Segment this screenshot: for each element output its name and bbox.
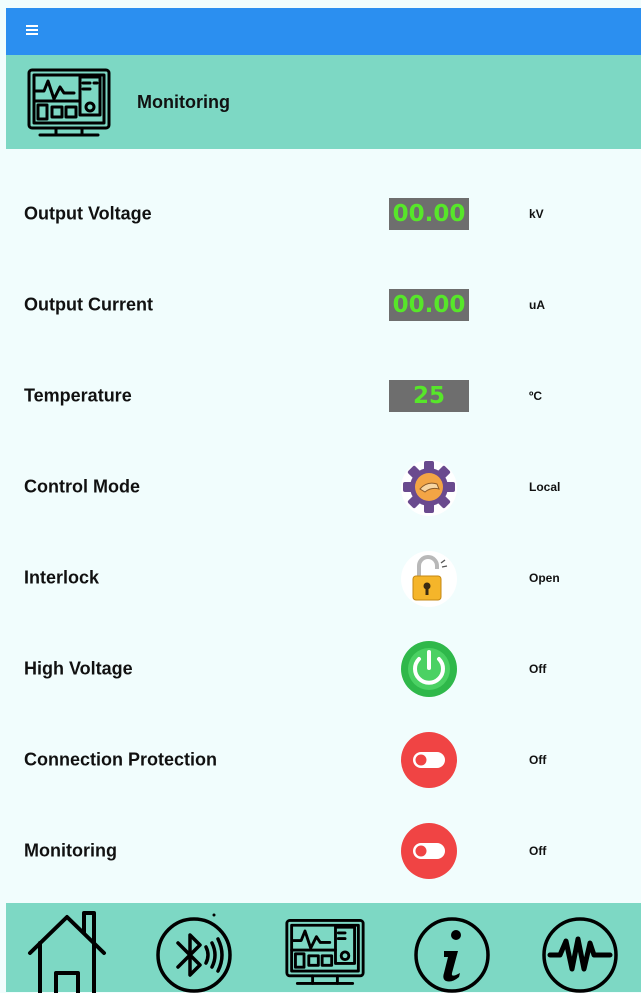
monitor-panel-icon — [27, 68, 111, 137]
bottom-nav — [6, 903, 641, 993]
row-high-voltage: High Voltage Off — [0, 623, 641, 715]
toggle-off-icon[interactable] — [400, 822, 458, 880]
output-voltage-label: Output Voltage — [24, 203, 152, 224]
output-current-label: Output Current — [24, 294, 153, 315]
row-connection-protection: Connection Protection Off — [0, 714, 641, 806]
hamburger-menu-icon[interactable] — [26, 25, 38, 35]
connection-protection-status: Off — [529, 753, 547, 767]
output-voltage-display: 00.00 — [389, 198, 469, 230]
info-icon[interactable] — [410, 909, 492, 993]
app-bar — [6, 8, 641, 55]
toggle-off-icon[interactable] — [400, 731, 458, 789]
control-mode-status: Local — [529, 480, 561, 494]
row-monitoring: Monitoring Off — [0, 805, 641, 897]
high-voltage-label: High Voltage — [24, 658, 133, 679]
interlock-status: Open — [529, 571, 560, 585]
temperature-label: Temperature — [24, 385, 132, 406]
page-header: Monitoring — [6, 55, 641, 149]
output-current-display: 00.00 — [389, 289, 469, 321]
monitor-panel-icon[interactable] — [284, 909, 366, 993]
connection-protection-label: Connection Protection — [24, 749, 217, 770]
output-voltage-unit: kV — [529, 207, 544, 221]
row-temperature: Temperature 25 ºC — [0, 350, 641, 442]
row-output-current: Output Current 00.00 uA — [0, 259, 641, 351]
page-title: Monitoring — [137, 92, 230, 112]
row-control-mode: Control Mode Local — [0, 441, 641, 533]
padlock-open-icon[interactable] — [400, 549, 458, 607]
temperature-unit: ºC — [529, 389, 543, 403]
home-icon[interactable] — [26, 909, 108, 993]
control-mode-label: Control Mode — [24, 476, 140, 497]
monitoring-status: Off — [529, 844, 547, 858]
power-icon[interactable] — [400, 640, 458, 698]
row-output-voltage: Output Voltage 00.00 kV — [0, 168, 641, 260]
gear-hand-icon[interactable] — [400, 458, 458, 516]
waveform-icon[interactable] — [538, 909, 620, 993]
interlock-label: Interlock — [24, 567, 100, 588]
high-voltage-status: Off — [529, 662, 547, 676]
temperature-display: 25 — [389, 380, 469, 412]
output-current-unit: uA — [529, 298, 545, 312]
monitoring-label: Monitoring — [24, 840, 117, 861]
row-interlock: Interlock Open — [0, 532, 641, 624]
bluetooth-icon[interactable] — [152, 909, 234, 993]
